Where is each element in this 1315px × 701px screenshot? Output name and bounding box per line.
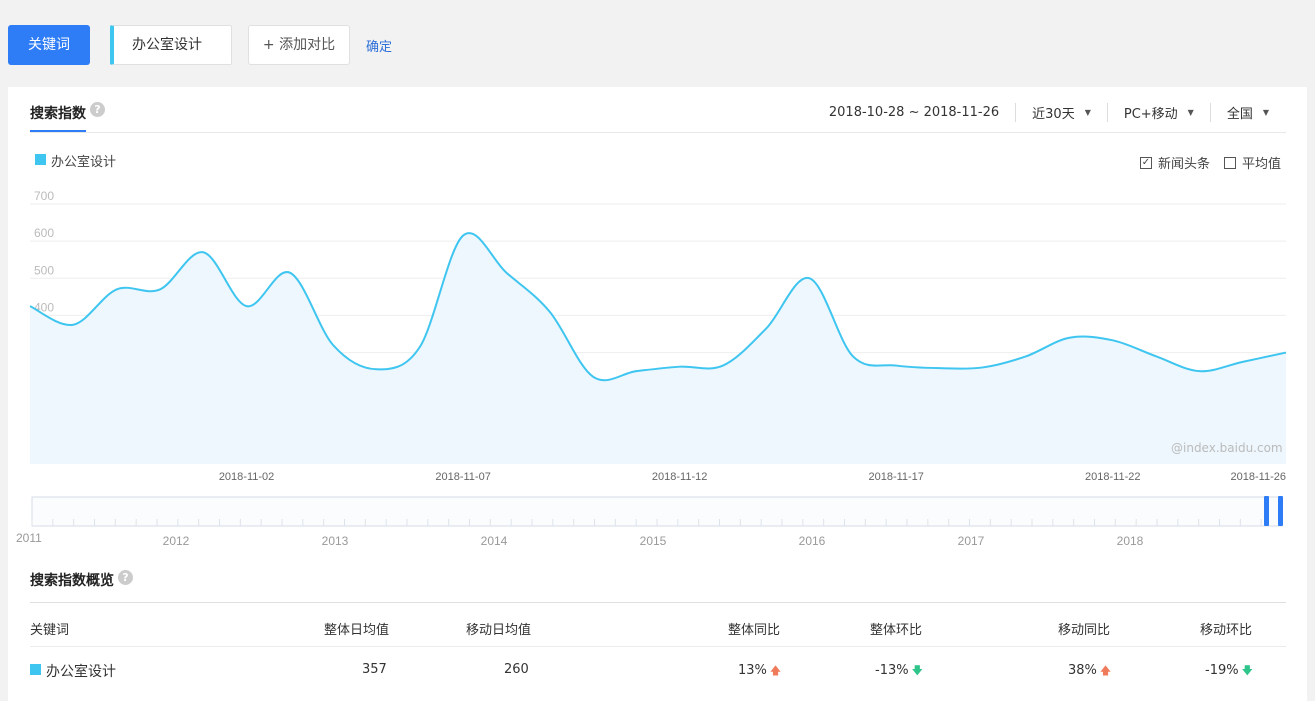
overview-title: 搜索指数概览 (30, 573, 114, 589)
header-mobile-avg: 移动日均值 (466, 623, 532, 638)
header-mobile-yoy: 移动同比 (1058, 623, 1111, 638)
confirm-link[interactable]: 确定 (366, 36, 392, 55)
watermark: @index.baidu.com (1171, 441, 1283, 455)
top-toolbar: 关键词 办公室设计 + 添加对比 确定 (0, 0, 1315, 86)
x-tick-label: 2018-11-26 (1231, 471, 1286, 483)
mobile-avg-value: 260 (504, 662, 529, 677)
timeline-handle-left (1264, 496, 1269, 526)
header-overall-mom: 整体环比 (870, 623, 923, 638)
arrow-down-icon: 🡇 (911, 664, 923, 677)
timeline-year-label: 2013 (322, 534, 349, 548)
overall-yoy-cell: 13% 🡅 (738, 662, 781, 681)
overall-mom-cell: -13% 🡇 (875, 662, 923, 681)
y-tick-label: 700 (34, 189, 54, 203)
timeline-handle-right (1278, 496, 1283, 526)
search-index-panel: 搜索指数 ? 2018-10-28 ~ 2018-11-26 近30天 ▼ PC… (8, 87, 1307, 701)
mobile-yoy-value: 38% (1068, 663, 1097, 678)
mobile-mom-value: -19% (1205, 663, 1239, 678)
mobile-yoy-cell: 38% 🡅 (1068, 662, 1111, 681)
arrow-down-icon: 🡇 (1241, 664, 1253, 677)
y-tick-label: 500 (34, 263, 54, 277)
timeline-year-label: 2012 (163, 534, 190, 548)
keyword-button[interactable]: 关键词 (8, 25, 90, 65)
divider (30, 646, 1286, 647)
arrow-up-icon: 🡅 (1099, 664, 1112, 677)
timeline-year-label: 2014 (481, 534, 508, 548)
overview-keyword: 办公室设计 (46, 664, 116, 680)
search-index-chart[interactable]: 7006005004003002001002018-11-022018-11-0… (8, 87, 1307, 557)
x-tick-label: 2018-11-12 (652, 471, 707, 483)
y-tick-label: 600 (34, 226, 54, 240)
help-icon[interactable]: ? (118, 570, 133, 585)
page-scrollbar[interactable] (1307, 0, 1315, 701)
x-tick-label: 2018-11-07 (435, 471, 490, 483)
x-tick-label: 2018-11-22 (1085, 471, 1140, 483)
x-tick-label: 2018-11-02 (219, 471, 274, 483)
arrow-up-icon: 🡅 (769, 664, 782, 677)
header-overall-yoy: 整体同比 (728, 623, 781, 638)
overall-yoy-value: 13% (738, 663, 767, 678)
header-mobile-mom: 移动环比 (1200, 623, 1253, 638)
timeline-year-label: 2017 (958, 534, 985, 548)
x-tick-label: 2018-11-17 (868, 471, 923, 483)
keyword-input[interactable]: 办公室设计 (110, 25, 232, 65)
overall-mom-value: -13% (875, 663, 909, 678)
header-keyword: 关键词 (30, 623, 70, 638)
mobile-mom-cell: -19% 🡇 (1205, 662, 1253, 681)
overall-avg-value: 357 (362, 662, 387, 677)
timeline-year-label: 2016 (799, 534, 826, 548)
divider (30, 602, 1286, 603)
header-overall-avg: 整体日均值 (324, 623, 390, 638)
add-compare-button[interactable]: + 添加对比 (248, 25, 350, 65)
timeline-year-label: 2015 (640, 534, 667, 548)
timeline-year-label: 2011 (16, 531, 42, 545)
timeline-year-label: 2018 (1117, 534, 1144, 548)
keyword-swatch (30, 664, 41, 675)
